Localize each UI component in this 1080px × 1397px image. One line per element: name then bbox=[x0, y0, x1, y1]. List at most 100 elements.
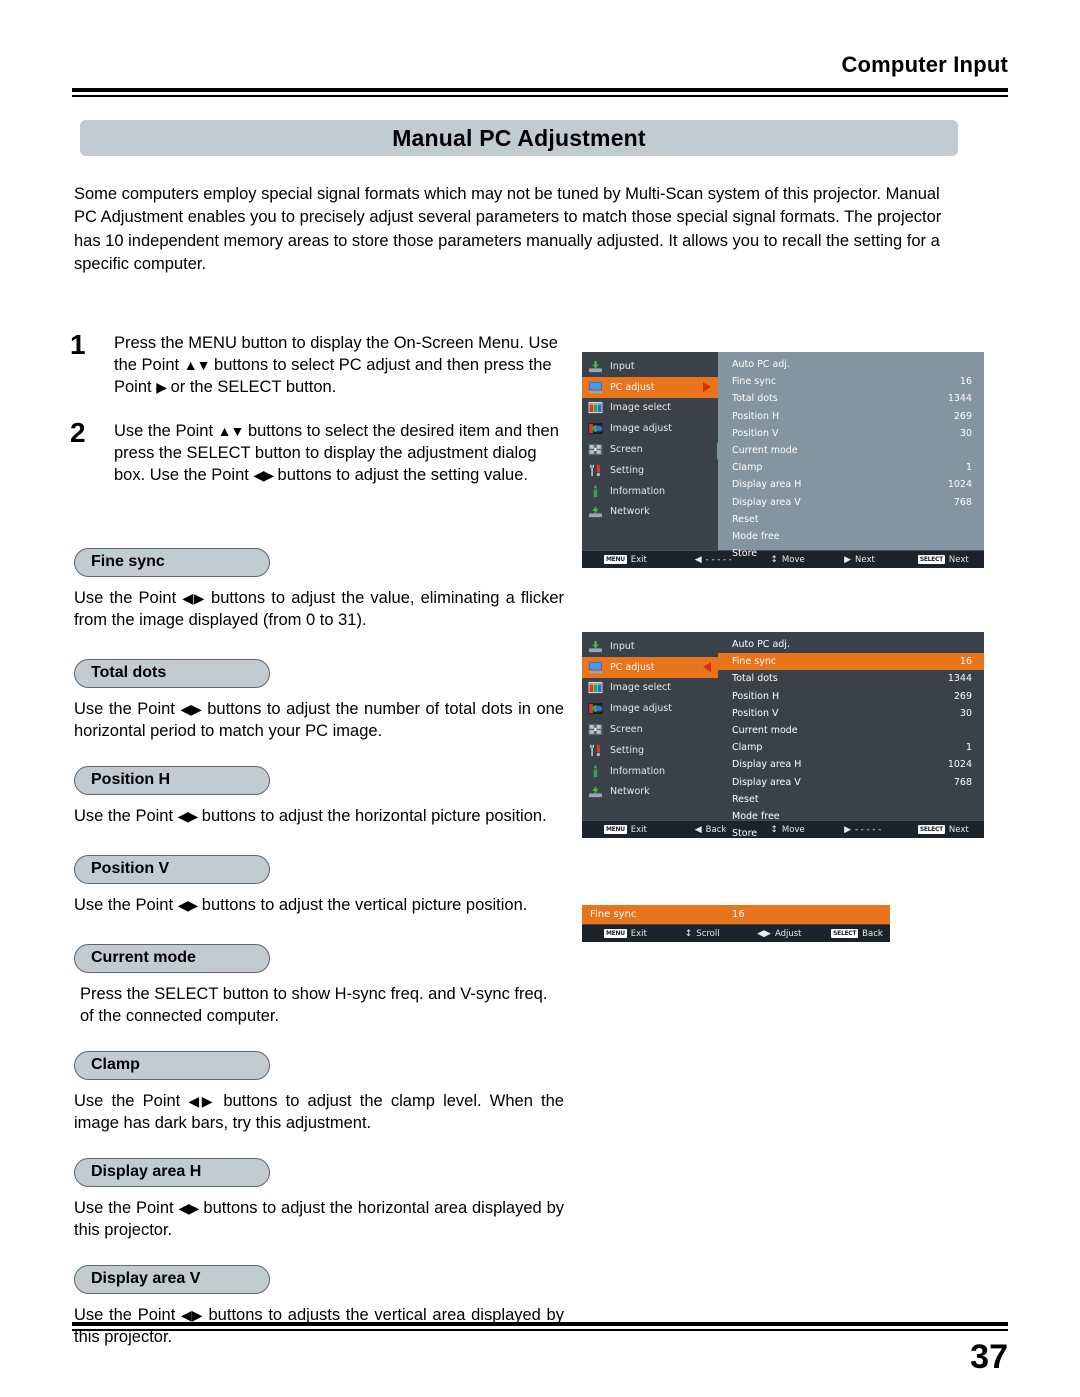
osd-menu-row-label: Display area V bbox=[732, 776, 801, 788]
parameter-section: Current mode Press the SELECT button to s… bbox=[74, 944, 564, 1027]
osd-status-label: Exit bbox=[630, 928, 647, 939]
osd-menu-row[interactable]: Clamp 1 bbox=[718, 739, 984, 756]
osd-menu-row[interactable]: Reset bbox=[718, 511, 984, 528]
osd-menu-row-label: Auto PC adj. bbox=[732, 639, 790, 651]
osd-sidebar-item-input[interactable]: Input bbox=[582, 356, 718, 377]
osd-menu-row[interactable]: Display area H 1024 bbox=[718, 756, 984, 773]
osd-sidebar-item-screen[interactable]: Screen bbox=[582, 439, 718, 460]
osd-mini-dialog-row[interactable]: Fine sync 16 bbox=[582, 905, 890, 924]
osd-sidebar-item-pc-adjust[interactable]: PC adjust bbox=[582, 376, 718, 398]
osd-menu-row[interactable]: Position V 30 bbox=[718, 705, 984, 722]
osd-sidebar-item-information[interactable]: Information bbox=[582, 761, 718, 782]
osd-status-cell: MENU Exit bbox=[582, 555, 695, 565]
description-text-pre: Use the Point bbox=[74, 700, 181, 718]
osd-menu-row[interactable]: Reset bbox=[718, 791, 984, 808]
osd-sidebar-item-network[interactable]: Network bbox=[582, 502, 718, 523]
page-header: Computer Input bbox=[72, 52, 1008, 78]
monitor-icon bbox=[588, 661, 603, 674]
image-select-icon bbox=[588, 401, 603, 414]
osd-sidebar-item-image-adjust[interactable]: Image adjust bbox=[582, 698, 718, 719]
osd-status-cell: ↕ Scroll bbox=[685, 929, 757, 939]
osd-sidebar-item-label: Screen bbox=[610, 444, 643, 456]
image-adjust-icon bbox=[588, 702, 603, 715]
osd-menu-row[interactable]: Display area V 768 bbox=[718, 774, 984, 791]
osd-panel-notch bbox=[717, 717, 725, 735]
osd-menu-row[interactable]: Auto PC adj. bbox=[718, 356, 984, 373]
osd-menu-row[interactable]: Store bbox=[718, 545, 984, 562]
osd-menu-row-value: 30 bbox=[959, 427, 972, 439]
osd-sidebar[interactable]: Input PC adjust Image select Image adjust Sc… bbox=[582, 632, 718, 820]
description-text-pre: Use the Point bbox=[74, 589, 183, 607]
parameter-section: Total dots Use the Point ◀▶ buttons to ad… bbox=[74, 659, 564, 742]
osd-menu-row-label: Display area H bbox=[732, 759, 802, 771]
osd-menu-row[interactable]: Position V 30 bbox=[718, 425, 984, 442]
leftright-arrow-icon: ◀▶ bbox=[177, 808, 199, 824]
osd-status-cell: MENU Exit bbox=[582, 825, 695, 835]
parameter-description: Use the Point ◀▶ buttons to adjust the n… bbox=[74, 698, 564, 742]
image-select-icon bbox=[588, 681, 603, 694]
osd-key-arrow-icon: ◀▶ bbox=[757, 928, 771, 939]
step-text-c: or the SELECT button. bbox=[165, 378, 337, 396]
osd-sidebar-item-label: Network bbox=[610, 506, 650, 518]
osd-menu-row[interactable]: Position H 269 bbox=[718, 408, 984, 425]
osd-menu-row-value: 16 bbox=[959, 656, 972, 668]
osd-sidebar-item-image-select[interactable]: Image select bbox=[582, 398, 718, 419]
osd-sidebar-item-label: Image select bbox=[610, 682, 671, 694]
page-number: 37 bbox=[970, 1338, 1008, 1376]
osd-menu-row-value: 1 bbox=[965, 742, 972, 754]
osd-sidebar-item-screen[interactable]: Screen bbox=[582, 719, 718, 740]
osd-menu-row-label: Clamp bbox=[732, 462, 763, 474]
input-icon bbox=[588, 360, 603, 373]
osd-menu-panel[interactable]: Auto PC adj. Fine sync 16 Total dots 1344 Pos… bbox=[717, 352, 984, 559]
leftright-arrow-icon: ◀▶ bbox=[253, 467, 274, 483]
description-text-pre: Use the Point bbox=[74, 807, 178, 825]
osd-menu-row[interactable]: Mode free bbox=[718, 808, 984, 825]
step-number: 1 bbox=[70, 329, 86, 360]
osd-sidebar-item-label: PC adjust bbox=[610, 381, 655, 393]
step-item: 1 Press the MENU button to display the O… bbox=[70, 329, 570, 398]
osd-menu-row[interactable]: Total dots 1344 bbox=[718, 670, 984, 687]
intro-paragraph: Some computers employ special signal for… bbox=[74, 184, 942, 274]
osd-menu-row[interactable]: Fine sync 16 bbox=[718, 653, 984, 671]
osd-menu-row-label: Auto PC adj. bbox=[732, 359, 790, 371]
osd-menu-row[interactable]: Total dots 1344 bbox=[718, 390, 984, 407]
osd-menu-row[interactable]: Mode free bbox=[718, 528, 984, 545]
osd-sidebar-item-image-adjust[interactable]: Image adjust bbox=[582, 418, 718, 439]
osd-menu-row-value: 16 bbox=[959, 376, 972, 388]
osd-menu-row[interactable]: Position H 269 bbox=[718, 688, 984, 705]
osd-menu-row[interactable]: Store bbox=[718, 825, 984, 842]
header-rule-thin bbox=[72, 95, 1008, 97]
steps-list: 1 Press the MENU button to display the O… bbox=[70, 329, 570, 508]
osd-sidebar-item-network[interactable]: Network bbox=[582, 782, 718, 803]
osd-menu-row[interactable]: Auto PC adj. bbox=[718, 636, 984, 653]
osd-sidebar-item-image-select[interactable]: Image select bbox=[582, 678, 718, 699]
parameter-section: Clamp Use the Point ◀▶ buttons to adjust … bbox=[74, 1051, 564, 1134]
osd-menu-row[interactable]: Current mode bbox=[718, 722, 984, 739]
monitor-icon bbox=[588, 381, 603, 394]
osd-sidebar-item-input[interactable]: Input bbox=[582, 636, 718, 657]
osd-menu-row-label: Display area H bbox=[732, 479, 802, 491]
osd-menu-row[interactable]: Clamp 1 bbox=[718, 459, 984, 476]
osd-sidebar-item-setting[interactable]: Setting bbox=[582, 740, 718, 761]
osd-mini-label: Fine sync bbox=[590, 909, 637, 920]
image-adjust-icon bbox=[588, 422, 603, 435]
osd-sidebar-item-information[interactable]: Information bbox=[582, 481, 718, 502]
osd-sidebar-item-label: Image adjust bbox=[610, 423, 672, 435]
osd-menu-row[interactable]: Fine sync 16 bbox=[718, 373, 984, 390]
leftright-arrow-icon: ◀▶ bbox=[182, 590, 206, 606]
parameter-label-pill: Display area V bbox=[74, 1265, 270, 1294]
osd-menu-row-value: 1344 bbox=[947, 673, 972, 685]
osd-sidebar-item-label: Input bbox=[610, 640, 635, 652]
osd-key-chip: SELECT bbox=[831, 929, 859, 938]
osd-status-cell: SELECT Back bbox=[831, 929, 890, 939]
osd-sidebar-item-pc-adjust[interactable]: PC adjust bbox=[582, 656, 718, 678]
osd-sidebar-item-setting[interactable]: Setting bbox=[582, 460, 718, 481]
osd-menu-row[interactable]: Current mode bbox=[718, 442, 984, 459]
osd-menu-row-label: Reset bbox=[732, 513, 759, 525]
parameter-label-pill: Position V bbox=[74, 855, 270, 884]
osd-menu-row[interactable]: Display area H 1024 bbox=[718, 476, 984, 493]
step-text: Press the MENU button to display the On-… bbox=[114, 332, 570, 398]
osd-menu-row[interactable]: Display area V 768 bbox=[718, 494, 984, 511]
osd-menu-panel[interactable]: Auto PC adj. Fine sync 16 Total dots 1344 Pos… bbox=[717, 632, 984, 839]
osd-sidebar[interactable]: Input PC adjust Image select Image adjust Sc… bbox=[582, 352, 718, 550]
